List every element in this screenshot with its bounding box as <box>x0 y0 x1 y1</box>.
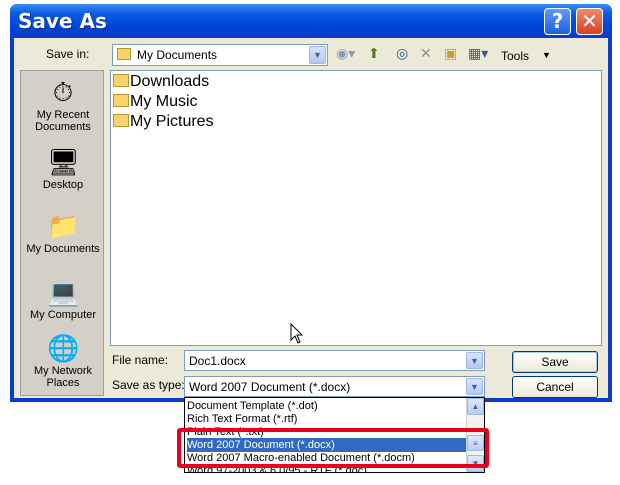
views-icon[interactable]: ▦▾ <box>468 45 488 62</box>
help-button[interactable]: ? <box>544 8 571 35</box>
dialog-title: Save As <box>18 9 107 33</box>
back-icon[interactable]: ◉▾ <box>336 45 355 62</box>
recent-documents-icon: ⏱ <box>52 77 74 107</box>
scroll-up-icon[interactable]: ▲ <box>467 398 484 415</box>
places-bar: ⏱ My Recent Documents 🖥 Desktop 📁 My Doc… <box>20 70 104 396</box>
chevron-down-icon[interactable]: ▼ <box>466 352 483 369</box>
save-in-label: Save in: <box>46 47 90 61</box>
list-item[interactable]: My Pictures <box>113 113 214 131</box>
file-name: My Music <box>130 93 198 110</box>
tools-dropdown-arrow-icon[interactable]: ▼ <box>542 50 551 60</box>
new-folder-icon[interactable]: ▣ <box>444 45 457 62</box>
folder-icon <box>113 74 129 87</box>
desktop-icon: 🖥 <box>47 147 81 177</box>
place-label: My Computer <box>29 309 97 321</box>
mouse-cursor-icon <box>290 323 304 344</box>
up-folder-icon[interactable]: ⬆ <box>368 45 380 62</box>
file-name: Downloads <box>130 73 210 90</box>
save-as-type-label: Save as type: <box>112 378 185 392</box>
pictures-folder-icon <box>113 114 129 127</box>
place-desktop[interactable]: 🖥 Desktop <box>21 147 105 191</box>
place-label: My Network Places <box>33 365 93 389</box>
place-label: My Documents <box>26 243 100 255</box>
file-list[interactable]: Downloads My Music My Pictures <box>110 70 602 346</box>
place-label: Desktop <box>42 179 84 191</box>
list-item[interactable]: Rich Text Format (*.rtf) <box>187 412 467 426</box>
save-button[interactable]: Save <box>512 351 598 373</box>
file-name: My Pictures <box>130 113 214 130</box>
save-as-type-dropdown[interactable]: Word 2007 Document (*.docx) ▼ <box>184 376 485 397</box>
close-button[interactable]: ✕ <box>576 8 603 35</box>
place-network[interactable]: 🌐 My Network Places <box>21 333 105 389</box>
music-folder-icon <box>113 94 129 107</box>
place-my-documents[interactable]: 📁 My Documents <box>21 211 105 255</box>
tools-menu[interactable]: Tools <box>501 49 529 63</box>
chevron-down-icon[interactable]: ▼ <box>466 378 483 395</box>
list-item[interactable]: My Music <box>113 93 198 111</box>
list-item[interactable]: Downloads <box>113 73 209 91</box>
highlight-annotation-box <box>177 428 489 468</box>
place-recent-documents[interactable]: ⏱ My Recent Documents <box>21 77 105 133</box>
delete-icon[interactable]: ✕ <box>420 45 432 62</box>
save-as-type-value: Word 2007 Document (*.docx) <box>189 380 351 394</box>
place-label: My Recent Documents <box>35 109 91 133</box>
search-web-icon[interactable]: ◎ <box>396 45 408 62</box>
chevron-down-icon[interactable]: ▼ <box>309 46 326 64</box>
my-computer-icon: 💻 <box>47 277 80 307</box>
save-in-value: My Documents <box>137 48 218 62</box>
list-item[interactable]: Document Template (*.dot) <box>187 399 467 413</box>
my-documents-icon: 📁 <box>47 211 80 241</box>
save-in-dropdown[interactable]: My Documents ▼ <box>112 44 328 66</box>
file-name-value: Doc1.docx <box>189 354 246 368</box>
network-places-icon: 🌐 <box>47 333 80 363</box>
file-name-input[interactable]: Doc1.docx ▼ <box>184 350 485 371</box>
place-my-computer[interactable]: 💻 My Computer <box>21 277 105 321</box>
cancel-button[interactable]: Cancel <box>512 376 598 398</box>
file-name-label: File name: <box>112 353 169 367</box>
my-documents-icon <box>117 48 131 60</box>
title-bar[interactable]: Save As ? ✕ <box>10 4 612 38</box>
